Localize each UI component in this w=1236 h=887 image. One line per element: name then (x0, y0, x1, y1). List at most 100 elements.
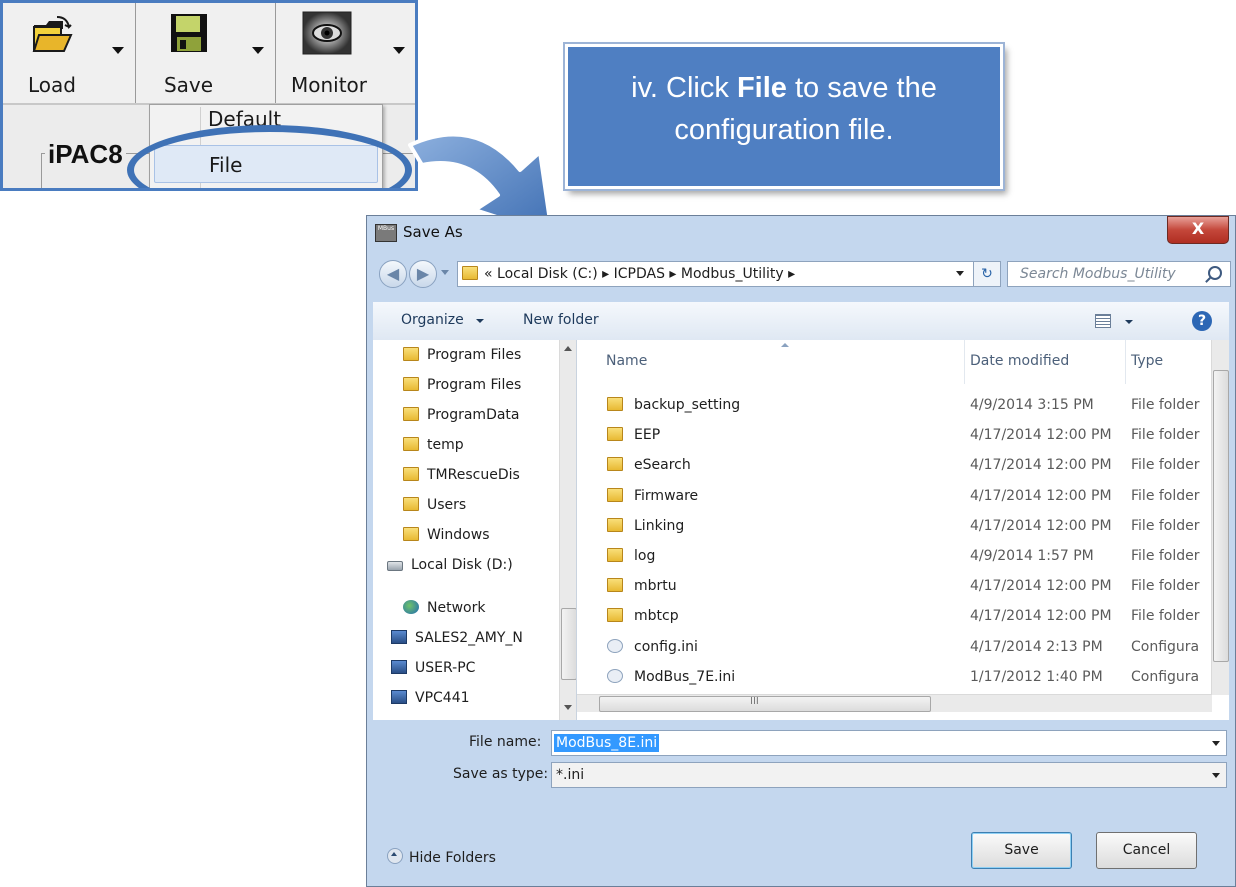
monitor-dropdown-button[interactable] (382, 3, 415, 103)
save-dropdown-button[interactable] (241, 3, 276, 103)
file-date: 4/17/2014 12:00 PM (970, 457, 1112, 474)
column-separator[interactable] (964, 340, 965, 384)
nav-item[interactable]: temp (403, 430, 464, 460)
close-button[interactable]: X (1167, 216, 1229, 244)
file-row[interactable]: config.ini 4/17/2014 2:13 PM Configura (577, 632, 1212, 662)
column-header-date[interactable]: Date modified (970, 353, 1069, 369)
column-separator[interactable] (1125, 340, 1126, 384)
nav-item[interactable]: VPC441 (391, 683, 470, 713)
chevron-down-icon[interactable] (1212, 773, 1220, 778)
recent-locations-dropdown[interactable] (441, 270, 449, 275)
scroll-up-icon[interactable] (564, 346, 572, 351)
nav-item[interactable]: Local Disk (D:) (387, 550, 513, 580)
nav-item[interactable]: SALES2_AMY_N (391, 623, 523, 653)
cancel-button[interactable]: Cancel (1096, 832, 1197, 869)
folder-icon (403, 407, 419, 421)
nav-item[interactable]: Program Files (403, 340, 521, 370)
monitor-label: Monitor (290, 73, 368, 97)
new-folder-button[interactable]: New folder (523, 312, 599, 328)
file-vertical-scrollbar[interactable] (1211, 340, 1229, 695)
group-label: iPAC8 (45, 139, 126, 170)
save-label: Save (163, 73, 214, 97)
file-date: 4/17/2014 12:00 PM (970, 517, 1112, 534)
folder-icon (403, 497, 419, 511)
file-row[interactable]: mbtcp 4/17/2014 12:00 PM File folder (577, 601, 1212, 631)
breadcrumb[interactable]: « Local Disk (C:) ▸ ICPDAS ▸ Modbus_Util… (457, 261, 987, 287)
sort-ascending-icon (781, 343, 789, 347)
nav-item[interactable]: ProgramData (403, 400, 520, 430)
chevron-down-icon (393, 47, 405, 54)
search-input[interactable]: Search Modbus_Utility (1007, 261, 1231, 287)
file-type: File folder (1131, 487, 1200, 504)
arrow-left-icon: ◀ (386, 264, 400, 283)
refresh-button[interactable]: ↻ (973, 261, 1001, 287)
dialog-title: Save As (403, 223, 463, 241)
file-hscroll-thumb[interactable]: III (599, 696, 931, 712)
file-row[interactable]: Firmware 4/17/2014 12:00 PM File folder (577, 481, 1212, 511)
nav-item-label: VPC441 (415, 690, 470, 706)
views-icon[interactable] (1095, 314, 1111, 328)
save-type-select[interactable]: *.ini (551, 762, 1227, 788)
chevron-down-icon (252, 47, 264, 54)
nav-scrollbar[interactable] (559, 340, 576, 720)
file-row[interactable]: backup_setting 4/9/2014 3:15 PM File folde… (577, 390, 1212, 420)
folder-icon (607, 517, 623, 532)
nav-item[interactable]: Users (403, 490, 466, 520)
load-label: Load (28, 73, 76, 97)
folder-icon (607, 548, 623, 562)
load-dropdown-button[interactable] (101, 3, 136, 103)
monitor-button[interactable]: Monitor (276, 3, 383, 103)
file-type: File folder (1131, 548, 1200, 564)
config-file-icon (607, 668, 623, 683)
callout-prefix: iv. Click (631, 72, 737, 104)
file-type: File folder (1131, 608, 1200, 625)
callout-bold: File (736, 72, 787, 104)
file-name: Firmware (634, 487, 699, 504)
nav-item[interactable]: TMRescueDis (403, 460, 520, 490)
nav-item[interactable]: USER-PC (391, 653, 475, 683)
column-header-type[interactable]: Type (1131, 353, 1163, 369)
chevron-down-icon (476, 319, 484, 323)
folder-icon (607, 578, 623, 593)
organize-button[interactable]: Organize (401, 312, 464, 328)
nav-item[interactable]: Windows (403, 520, 490, 550)
file-name: Linking (634, 517, 685, 534)
folder-icon (607, 608, 623, 623)
hide-folders-button[interactable]: Hide Folders (387, 848, 496, 866)
file-name: ModBus_7E.ini (634, 668, 736, 685)
breadcrumb-path: « Local Disk (C:) ▸ ICPDAS ▸ Modbus_Util… (484, 266, 796, 282)
file-type: Configura (1131, 668, 1200, 685)
forward-button[interactable]: ▶ (409, 260, 437, 288)
file-scroll-thumb[interactable] (1213, 370, 1229, 662)
save-button[interactable]: Save (971, 832, 1072, 869)
file-row[interactable]: log 4/9/2014 1:57 PM File folder (577, 541, 1212, 571)
chevron-down-icon[interactable] (1212, 741, 1220, 746)
computer-icon (391, 630, 407, 644)
file-row[interactable]: EEP 4/17/2014 12:00 PM File folder (577, 420, 1212, 450)
file-fields: File name: ModBus_8E.ini Save as type: *… (373, 720, 1229, 806)
column-header-name[interactable]: Name (606, 353, 647, 369)
eye-icon (302, 11, 352, 55)
views-dropdown[interactable] (1125, 320, 1133, 324)
help-icon[interactable]: ? (1192, 311, 1212, 331)
network-icon (403, 600, 419, 614)
save-as-dialog: MBus Save As X ◀ ▶ « Local Disk (C:) ▸ I… (366, 215, 1236, 887)
file-row[interactable]: mbrtu 4/17/2014 12:00 PM File folder (577, 571, 1212, 601)
save-type-value: *.ini (556, 767, 585, 783)
file-name: log (634, 548, 656, 564)
breadcrumb-dropdown[interactable] (956, 271, 964, 276)
nav-item[interactable]: Program Files (403, 370, 521, 400)
nav-item[interactable]: Network (403, 593, 485, 623)
load-button[interactable]: Load (3, 3, 102, 103)
save-toolbar-button[interactable]: Save (136, 3, 242, 103)
back-button[interactable]: ◀ (379, 260, 407, 288)
file-horizontal-scrollbar[interactable]: III (577, 694, 1212, 712)
scroll-down-icon[interactable] (564, 705, 572, 710)
file-name-value: ModBus_8E.ini (554, 734, 660, 752)
file-name-input[interactable]: ModBus_8E.ini (551, 730, 1227, 756)
file-row[interactable]: Linking 4/17/2014 12:00 PM File folder (577, 511, 1212, 541)
file-row[interactable]: eSearch 4/17/2014 12:00 PM File folder (577, 450, 1212, 480)
hide-folders-label: Hide Folders (409, 850, 496, 866)
file-row[interactable]: ModBus_7E.ini 1/17/2012 1:40 PM Configura (577, 662, 1212, 692)
nav-scroll-thumb[interactable] (561, 608, 576, 680)
